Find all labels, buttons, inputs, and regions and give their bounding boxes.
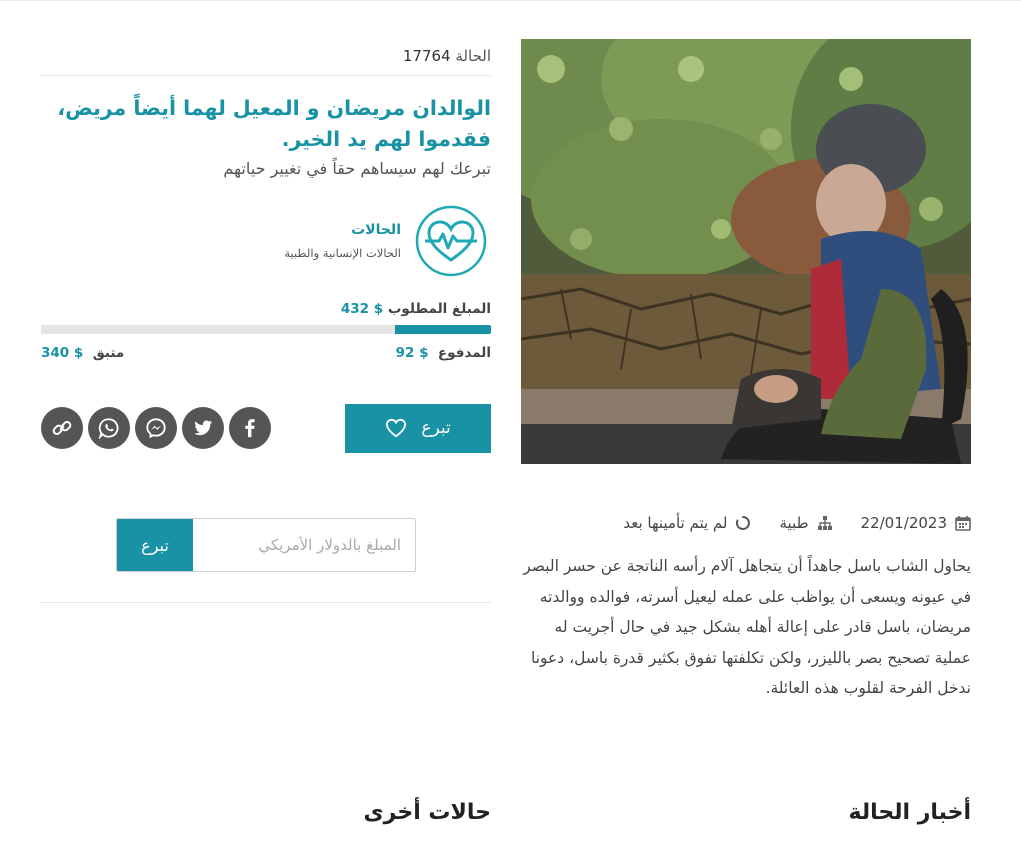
spinner-icon [736, 516, 751, 530]
whatsapp-icon[interactable] [88, 407, 130, 449]
case-news-title: أخبار الحالة [848, 800, 971, 825]
required-amount-value: 432 $ [340, 301, 384, 317]
donate-form: تبرع [41, 518, 491, 572]
link-icon[interactable] [41, 407, 83, 449]
case-description: يحاول الشاب باسل جاهداً أن يتجاهل آلام ر… [523, 557, 971, 697]
case-photo-illustration [521, 39, 971, 464]
social-share [41, 407, 271, 449]
case-headline: الوالدان مريضان و المعيل لهما أيضاً مريض… [57, 96, 491, 151]
case-number-row: الحالة 17764 [41, 39, 491, 76]
action-row: تبرع [41, 403, 491, 453]
heartbeat-icon [415, 205, 487, 277]
category-subtitle: الحالات الإنسانية والطبية [284, 246, 401, 260]
sitemap-icon [817, 516, 832, 530]
remaining-label: متبق [92, 345, 125, 361]
case-date: 22/01/2023 [860, 514, 947, 532]
case-details-column: 22/01/2023 طبية لم يتم تأمينها بعد يحاول… [521, 39, 971, 704]
case-info-column: الحالة 17764 الوالدان مريضان و المعيل له… [41, 39, 491, 603]
twitter-icon[interactable] [182, 407, 224, 449]
paid-value: 92 $ [395, 345, 429, 361]
paid-stat: المدفوع 92 $ [396, 345, 491, 361]
funding-progress-fill [395, 325, 491, 334]
case-photo [521, 39, 971, 464]
meta-status: لم يتم تأمينها بعد [623, 514, 751, 532]
category-text: الحالات الحالات الإنسانية والطبية [284, 222, 401, 260]
case-number: 17764 [402, 47, 451, 65]
donate-button[interactable]: تبرع [345, 403, 491, 453]
category-title: الحالات [351, 222, 401, 238]
section-divider [41, 602, 491, 603]
case-subheadline: تبرعك لهم سيساهم حقاً في تغيير حياتهم [223, 159, 491, 178]
funding-progress-bar [41, 325, 491, 334]
donate-form-submit-button[interactable]: تبرع [117, 519, 193, 571]
case-category[interactable]: الحالات الحالات الإنسانية والطبية [41, 204, 491, 278]
required-amount-label: المبلغ المطلوب [387, 301, 491, 317]
messenger-icon[interactable] [135, 407, 177, 449]
paid-label: المدفوع [437, 345, 491, 361]
funding-stats-row: المدفوع 92 $ متبق 340 $ [41, 345, 491, 361]
case-page: 22/01/2023 طبية لم يتم تأمينها بعد يحاول… [0, 0, 1021, 848]
remaining-value: 340 $ [41, 345, 84, 361]
case-type: طبية [779, 514, 809, 532]
header-divider [0, 0, 1021, 1]
facebook-icon[interactable] [229, 407, 271, 449]
donate-form-group: تبرع [116, 518, 416, 572]
remaining-stat: متبق 340 $ [41, 345, 124, 361]
case-meta-row: 22/01/2023 طبية لم يتم تأمينها بعد [521, 512, 971, 534]
case-status: لم يتم تأمينها بعد [623, 514, 728, 532]
other-cases-title: حالات أخرى [363, 800, 491, 825]
case-number-label: الحالة [455, 47, 491, 65]
calendar-icon [955, 516, 971, 531]
required-amount-row: المبلغ المطلوب 432 $ [41, 301, 491, 317]
donate-button-label: تبرع [421, 418, 451, 438]
meta-date: 22/01/2023 [861, 514, 971, 532]
donation-amount-input[interactable] [193, 519, 415, 571]
meta-type: طبية [779, 514, 832, 532]
heart-icon [386, 418, 407, 438]
